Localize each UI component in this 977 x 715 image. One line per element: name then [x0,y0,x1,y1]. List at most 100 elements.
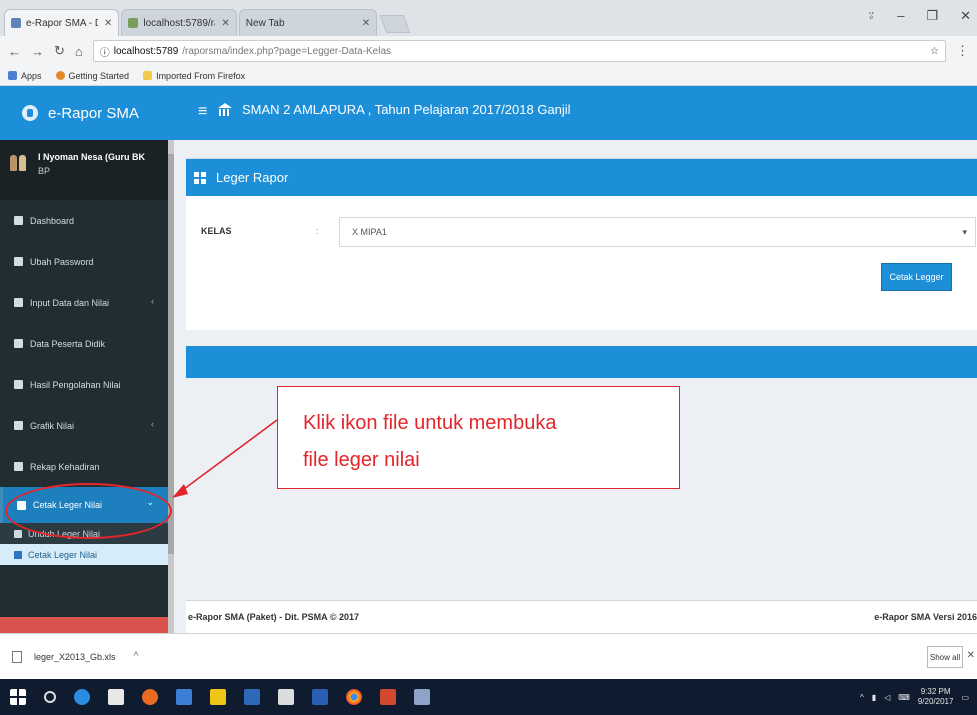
app-header: e-Rapor SMA ≡ SMAN 2 AMLAPURA , Tahun Pe… [0,86,977,140]
sidebar-item-data-peserta[interactable]: Data Peserta Didik [0,323,168,364]
powerpoint-icon[interactable] [380,689,396,705]
kelas-select[interactable]: X MIPA1 ▾ [339,217,976,247]
tray-chevron-icon[interactable]: ^ [860,693,864,702]
kelas-colon: : [316,226,319,236]
star-icon[interactable]: ☆ [930,46,939,57]
user-name: I Nyoman Nesa (Guru BK [38,152,146,162]
mail-icon[interactable] [244,689,260,705]
profile-icon[interactable]: ⍤ [867,8,875,24]
sidebar-subitem-cetak-leger[interactable]: Cetak Leger Nilai [0,544,168,565]
close-icon[interactable]: ✕ [221,18,229,29]
callout-line-1: Klik ikon file untuk membuka [303,412,557,434]
cloud-icon[interactable] [278,689,294,705]
url-host: localhost:5789 [113,45,179,57]
user-avatar-icon [10,152,28,172]
new-tab-button[interactable] [379,15,411,33]
sidebar-item-label: Rekap Kehadiran [30,461,100,472]
list-icon [14,298,23,307]
user-role: BP [38,166,51,176]
home-icon[interactable]: ⌂ [75,44,83,59]
sidebar-item-rekap-kehadiran[interactable]: Rekap Kehadiran [0,446,168,487]
window-controls: ⍤ – ❐ ✕ [867,8,971,24]
notes-icon[interactable] [210,689,226,705]
browser-tab-bar: e-Rapor SMA - Direkto ✕ localhost:5789/r… [0,0,977,36]
browser-tab-new[interactable]: New Tab ✕ [238,9,378,36]
network-icon[interactable]: ▮ [872,693,876,702]
sidebar: I Nyoman Nesa (Guru BK BP Dashboard Ubah… [0,140,174,633]
clock-time: 9:32 PM [920,687,951,696]
store-icon[interactable] [108,689,124,705]
sidebar-subitem-label: Cetak Leger Nilai [28,549,98,560]
close-icon[interactable]: ✕ [362,18,370,29]
panel-title: Leger Rapor [216,170,289,185]
sidebar-item-input-data[interactable]: Input Data dan Nilai ‹ [0,282,168,323]
chevron-up-icon[interactable]: ^ [134,651,139,662]
windows-start-icon[interactable] [10,689,26,705]
clock-date: 9/20/2017 [917,697,954,706]
erapor-logo-icon [22,105,38,121]
info-icon[interactable]: ⓘ [100,44,110,59]
bookmark-apps[interactable]: Apps [8,71,42,81]
school-building-icon [218,103,232,116]
notification-icon[interactable]: ▭ [961,693,969,702]
address-bar[interactable]: ⓘ localhost:5789/raporsma/index.php?page… [92,40,946,62]
download-file-name[interactable]: leger_X2013_Gb.xls [34,652,116,662]
sidebar-item-dashboard[interactable]: Dashboard [0,200,168,241]
tab-label: New Tab [245,17,285,29]
hamburger-menu-icon[interactable]: ≡ [198,103,207,121]
tab-label: e-Rapor SMA - Direkto [26,17,98,29]
forward-icon[interactable]: → [31,44,44,59]
minimize-icon[interactable]: – [897,8,904,24]
chevron-left-icon: ‹ [151,419,154,429]
word-icon[interactable] [312,689,328,705]
user-icon [14,339,23,348]
file-icon [14,550,22,559]
cetak-legger-button[interactable]: Cetak Legger [881,263,952,291]
school-title: SMAN 2 AMLAPURA , Tahun Pelajaran 2017/2… [242,102,571,117]
maximize-icon[interactable]: ❐ [926,8,938,24]
panel-header: Leger Rapor [186,159,977,196]
browser-tab-erapor[interactable]: e-Rapor SMA - Direkto ✕ [4,9,120,36]
brand[interactable]: e-Rapor SMA [0,86,174,140]
reload-icon[interactable]: ↻ [54,43,65,59]
chart-icon [14,421,23,430]
chrome-icon[interactable] [346,689,362,705]
sidebar-bottom-strip [0,617,168,633]
page-favicon-icon [11,18,21,28]
volume-icon[interactable]: ◁ [884,693,890,702]
window-close-icon[interactable]: ✕ [960,8,971,24]
bookmark-label: Imported From Firefox [156,70,246,81]
sidebar-item-label: Grafik Nilai [30,420,75,431]
instruction-callout: Klik ikon file untuk membuka file leger … [277,386,680,489]
firefox-icon [55,71,65,80]
clock[interactable]: 9:32 PM 9/20/2017 [918,687,954,707]
apps-grid-icon [8,71,17,80]
sidebar-item-hasil-pengolahan[interactable]: Hasil Pengolahan Nilai [0,364,168,405]
windows-taskbar: ^ ▮ ◁ ⌨ 9:32 PM 9/20/2017 ▭ [0,679,977,715]
edge-icon[interactable] [74,689,90,705]
browser-tab-localhost[interactable]: localhost:5789/rapor/ve ✕ [121,9,237,36]
sidebar-item-grafik-nilai[interactable]: Grafik Nilai ‹ [0,405,168,446]
leger-rapor-panel: Leger Rapor KELAS : X MIPA1 ▾ Cetak Legg… [186,158,977,330]
screenshot-root: e-Rapor SMA - Direkto ✕ localhost:5789/r… [0,0,977,715]
close-icon[interactable]: ✕ [104,18,112,29]
sidebar-item-ubah-password[interactable]: Ubah Password [0,241,168,282]
menu-dots-icon[interactable]: ⋮ [956,43,969,59]
bookmark-imported[interactable]: Imported From Firefox [143,71,245,81]
file-icon [12,650,22,663]
search-icon[interactable] [44,691,56,703]
close-icon[interactable]: ✕ [967,650,975,661]
page-favicon-icon [128,18,139,28]
kelas-selected-value: X MIPA1 [352,227,387,237]
result-panel-header [186,346,977,378]
paint-icon[interactable] [414,689,430,705]
back-icon[interactable]: ← [8,44,21,59]
table-icon [14,380,23,389]
firefox-icon[interactable] [142,689,158,705]
language-indicator-icon[interactable]: ⌨ [898,693,910,702]
brand-title: e-Rapor SMA [48,104,139,122]
show-all-button[interactable]: Show all [927,646,963,668]
bookmark-getting-started[interactable]: Getting Started [55,71,129,81]
sidebar-item-label: Dashboard [30,215,75,226]
app-icon[interactable] [176,689,192,705]
